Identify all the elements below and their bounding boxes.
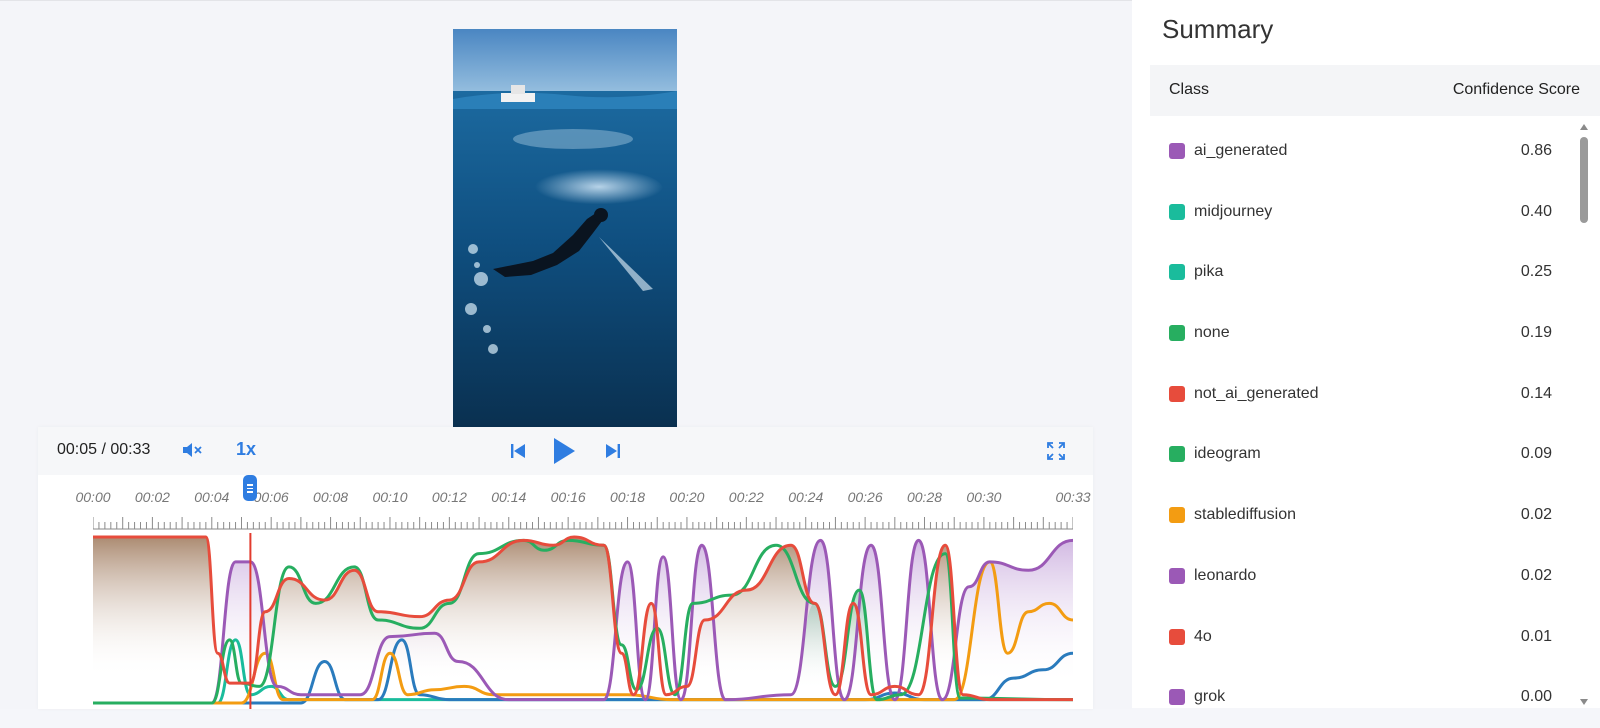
class-color-swatch [1169, 264, 1185, 281]
timeline-tick-label: 00:30 [966, 489, 1002, 505]
timeline-tick-label: 00:22 [728, 489, 764, 505]
confidence-score: 0.02 [1520, 506, 1552, 524]
class-color-swatch [1169, 143, 1185, 159]
timeline-tick-label: 00:18 [610, 489, 646, 505]
class-color-swatch [1169, 567, 1185, 584]
confidence-score: 0.25 [1520, 263, 1552, 281]
timeline-tick-label: 00:12 [431, 489, 467, 505]
scroll-thumb[interactable] [1580, 137, 1588, 223]
timeline-tick-label: 00:06 [253, 489, 289, 505]
timeline-tick-label: 00:28 [906, 489, 943, 505]
video-player: 00:05 / 00:33 1x 00:00 00:02 00:04 00:06… [38, 427, 1093, 709]
summary-rows: ai_generated 0.86 midjourney 0.40 pika 0.25… [1150, 121, 1570, 728]
timeline-tick-label: 00:20 [669, 489, 705, 505]
summary-row[interactable]: leonardo 0.02 [1150, 546, 1570, 607]
timeline-tick-label: 00:10 [372, 489, 408, 505]
summary-row[interactable]: 4o 0.01 [1150, 607, 1570, 668]
timeline-ruler [93, 517, 1073, 530]
class-label: pika [1194, 263, 1224, 281]
timeline-tick-label: 00:14 [491, 489, 527, 505]
summary-row[interactable]: midjourney 0.40 [1150, 182, 1570, 243]
skip-previous-icon[interactable] [510, 443, 526, 464]
muted-speaker-icon[interactable] [182, 441, 204, 464]
class-color-swatch [1169, 628, 1185, 645]
confidence-score: 0.01 [1520, 627, 1552, 645]
class-color-swatch [1169, 446, 1185, 463]
summary-panel: Summary Class Confidence Score ai_genera… [1132, 0, 1600, 708]
confidence-score: 0.40 [1520, 202, 1552, 220]
summary-table-header: Class Confidence Score [1150, 65, 1600, 116]
timeline-tick-label: 00:24 [788, 489, 824, 505]
confidence-score: 0.02 [1520, 566, 1552, 584]
timeline-tick-label: 00:04 [194, 489, 230, 505]
column-header-confidence-score[interactable]: Confidence Score [1453, 81, 1580, 99]
timeline[interactable]: 00:00 00:02 00:04 00:06 00:08 00:10 00:12 00:14… [38, 475, 1093, 709]
summary-row[interactable]: not_ai_generated 0.14 [1150, 364, 1570, 425]
confidence-score: 0.86 [1520, 142, 1552, 159]
class-label: stablediffusion [1194, 506, 1296, 524]
confidence-score: 0.00 [1520, 688, 1552, 706]
video-frame[interactable] [453, 29, 677, 427]
video-pane: 00:05 / 00:33 1x 00:00 00:02 00:04 00:06… [0, 0, 1132, 709]
class-label: midjourney [1194, 202, 1273, 220]
timeline-tick-label: 00:33 [1055, 489, 1091, 505]
timeline-tick-label: 00:16 [550, 489, 586, 505]
scroll-down-arrow-icon [1580, 699, 1588, 705]
confidence-score: 0.14 [1520, 384, 1552, 402]
class-label: 4o [1194, 627, 1212, 645]
class-label: grok [1194, 688, 1226, 706]
summary-row[interactable]: grok 0.00 [1150, 667, 1570, 728]
timeline-tick-label: 00:02 [134, 489, 170, 505]
confidence-graph [93, 533, 1074, 709]
class-color-swatch [1169, 507, 1185, 524]
video-thumbnail-diver-image [453, 29, 677, 427]
play-icon[interactable] [552, 437, 576, 470]
confidence-score: 0.19 [1520, 324, 1552, 342]
summary-row[interactable]: pika 0.25 [1150, 242, 1570, 303]
summary-row[interactable]: ai_generated 0.86 [1150, 121, 1570, 182]
summary-scrollbar[interactable] [1574, 121, 1594, 708]
confidence-score: 0.09 [1520, 445, 1552, 463]
playback-speed-button[interactable]: 1x [236, 439, 256, 460]
time-readout: 00:05 / 00:33 [57, 441, 151, 458]
class-label: none [1194, 324, 1230, 342]
class-color-swatch [1169, 325, 1185, 342]
summary-title: Summary [1162, 14, 1274, 44]
scrubber-handle-icon[interactable] [243, 475, 258, 501]
summary-row[interactable]: none 0.19 [1150, 303, 1570, 364]
column-header-class[interactable]: Class [1169, 81, 1209, 99]
summary-row[interactable]: stablediffusion 0.02 [1150, 485, 1570, 546]
timeline-tick-label: 00:26 [847, 489, 883, 505]
class-label: not_ai_generated [1194, 384, 1319, 402]
class-label: leonardo [1194, 566, 1257, 584]
class-label: ai_generated [1194, 142, 1288, 159]
skip-next-icon[interactable] [605, 443, 621, 464]
fullscreen-icon[interactable] [1047, 442, 1065, 465]
timeline-tick-label: 00:08 [313, 489, 349, 505]
scroll-up-arrow-icon [1580, 124, 1588, 130]
class-color-swatch [1169, 385, 1185, 402]
summary-row[interactable]: ideogram 0.09 [1150, 424, 1570, 485]
player-controls: 00:05 / 00:33 1x [38, 427, 1093, 475]
class-color-swatch [1169, 689, 1185, 706]
timeline-tick-label: 00:00 [75, 489, 111, 505]
class-label: ideogram [1194, 445, 1261, 463]
class-color-swatch [1169, 203, 1185, 220]
